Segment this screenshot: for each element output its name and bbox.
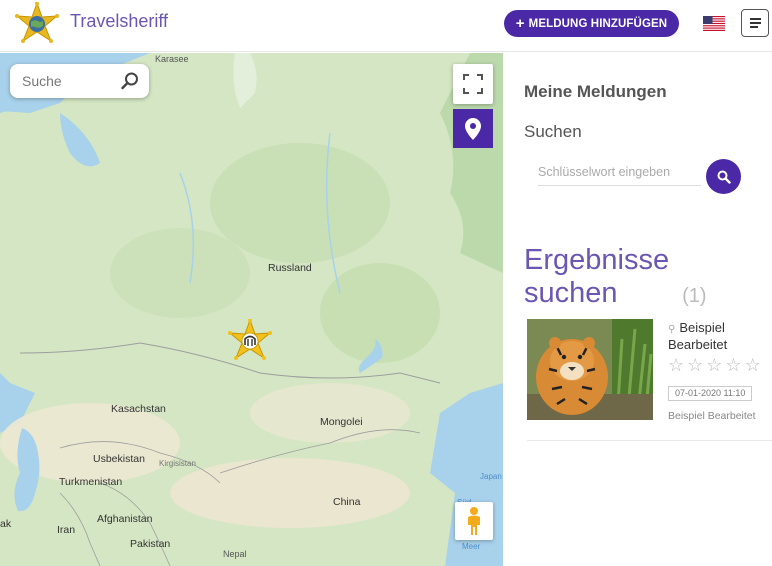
map-label-usbekistan: Usbekistan <box>93 453 145 465</box>
reports-sidebar: Meine Meldungen Suchen Ergebnisse suchen… <box>503 53 772 566</box>
result-item[interactable]: ⚲ Beispiel Bearbeitet ☆ ☆ ☆ ☆ ☆ 07-01-202… <box>527 317 772 441</box>
keyword-search-input[interactable] <box>538 159 701 186</box>
map-background[interactable] <box>0 53 503 566</box>
sheriff-star-logo-icon[interactable] <box>14 2 60 48</box>
brand-name[interactable]: Travelsheriff <box>70 11 168 32</box>
map-label-meer: Meer <box>462 542 481 551</box>
rating-stars[interactable]: ☆ ☆ ☆ ☆ ☆ <box>668 356 761 374</box>
hamburger-icon <box>749 18 761 20</box>
star-icon[interactable]: ☆ <box>687 356 703 374</box>
result-thumbnail-tiger[interactable] <box>527 319 653 420</box>
search-icon <box>717 170 731 184</box>
search-icon[interactable] <box>120 71 140 91</box>
map-label-karasee: Karasee <box>155 54 189 64</box>
fullscreen-button[interactable] <box>453 64 493 104</box>
location-pin-icon: ⚲ <box>668 324 676 335</box>
us-flag-icon[interactable] <box>703 16 725 31</box>
result-date: 07-01-2020 11:10 <box>668 386 753 401</box>
search-label: Suchen <box>524 122 582 141</box>
map-label-russland: Russland <box>268 262 312 274</box>
map-label-ak: ak <box>0 518 12 530</box>
map-label-afghanistan: Afghanistan <box>97 513 153 525</box>
results-heading-text: Ergebnisse suchen <box>524 244 670 309</box>
map-search-box <box>10 64 149 98</box>
result-author: Beispiel Bearbeitet <box>668 410 756 422</box>
sidebar-title: Meine Meldungen <box>524 82 667 101</box>
results-count: (1) <box>682 285 707 307</box>
star-icon[interactable]: ☆ <box>725 356 741 374</box>
result-title-text: Beispiel Bearbeitet <box>668 320 728 352</box>
map-label-kasachstan: Kasachstan <box>111 403 166 415</box>
map-label-turkmenistan: Turkmenistan <box>59 476 123 488</box>
add-report-button[interactable]: + MELDUNG HINZUFÜGEN <box>504 10 679 37</box>
fullscreen-icon <box>463 74 483 94</box>
street-view-pegman-button[interactable] <box>455 502 493 540</box>
my-location-button[interactable] <box>453 109 493 148</box>
map-label-china: China <box>333 496 361 508</box>
plus-icon: + <box>515 15 525 32</box>
map-label-iran: Iran <box>57 524 76 536</box>
map-label-nepal: Nepal <box>223 549 247 559</box>
star-icon[interactable]: ☆ <box>706 356 722 374</box>
star-icon[interactable]: ☆ <box>668 356 684 374</box>
result-title[interactable]: ⚲ Beispiel Bearbeitet <box>668 320 772 352</box>
map-label-kirgisistan: Kirgisistan <box>159 459 196 468</box>
map-label-japan: Japan <box>480 472 502 481</box>
results-heading: Ergebnisse suchen (1) <box>524 244 707 313</box>
map-pin-icon <box>465 117 481 140</box>
hamburger-menu-button[interactable] <box>741 9 769 37</box>
map-view[interactable]: Karasee Russland Kasachstan Mongolei Usb… <box>0 53 503 566</box>
keyword-search-button[interactable] <box>706 159 741 194</box>
pegman-icon <box>468 507 480 535</box>
star-icon[interactable]: ☆ <box>745 356 761 374</box>
report-marker-icon[interactable] <box>227 319 273 365</box>
add-report-label: MELDUNG HINZUFÜGEN <box>528 17 668 30</box>
map-search-input[interactable] <box>22 72 117 90</box>
map-label-mongolei: Mongolei <box>320 416 363 428</box>
top-header: Travelsheriff + MELDUNG HINZUFÜGEN <box>0 0 772 52</box>
map-label-pakistan: Pakistan <box>130 538 171 550</box>
